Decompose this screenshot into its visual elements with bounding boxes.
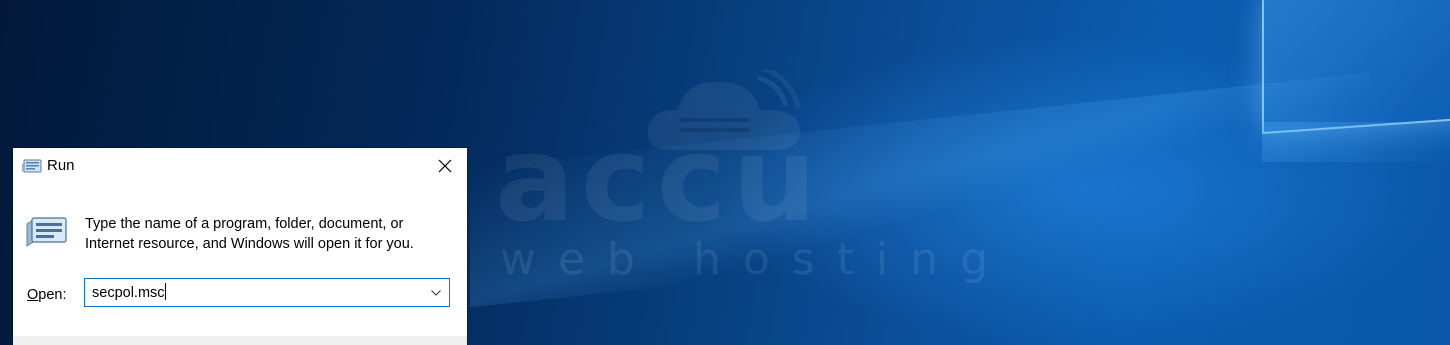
run-dialog: Run Type the name of a program, folder, … <box>13 148 467 345</box>
dialog-description: Type the name of a program, folder, docu… <box>85 216 414 252</box>
run-large-icon <box>26 217 67 247</box>
open-combobox[interactable]: secpol.msc <box>84 278 450 307</box>
text-caret <box>164 283 166 300</box>
watermark-subtext: web hosting <box>500 234 1010 285</box>
open-input-value: secpol.msc <box>92 285 165 301</box>
open-input[interactable]: secpol.msc <box>92 283 166 303</box>
desktop-background: accu web hosting Run Type the name of a … <box>0 0 1450 345</box>
chevron-down-icon <box>431 289 441 296</box>
close-button[interactable] <box>423 148 467 184</box>
dialog-title: Run <box>47 157 75 174</box>
windows-logo-pane <box>1262 0 1450 135</box>
run-icon <box>22 159 42 173</box>
title-bar[interactable]: Run <box>13 148 467 184</box>
windows-logo-glow <box>1262 122 1450 162</box>
open-label-rest: pen: <box>38 287 67 303</box>
dialog-footer <box>13 336 467 345</box>
close-icon <box>438 159 452 173</box>
watermark-word: accu <box>495 110 823 248</box>
dropdown-button[interactable] <box>426 279 446 306</box>
open-label: Open: <box>27 285 67 305</box>
open-label-accesskey: O <box>27 287 39 303</box>
